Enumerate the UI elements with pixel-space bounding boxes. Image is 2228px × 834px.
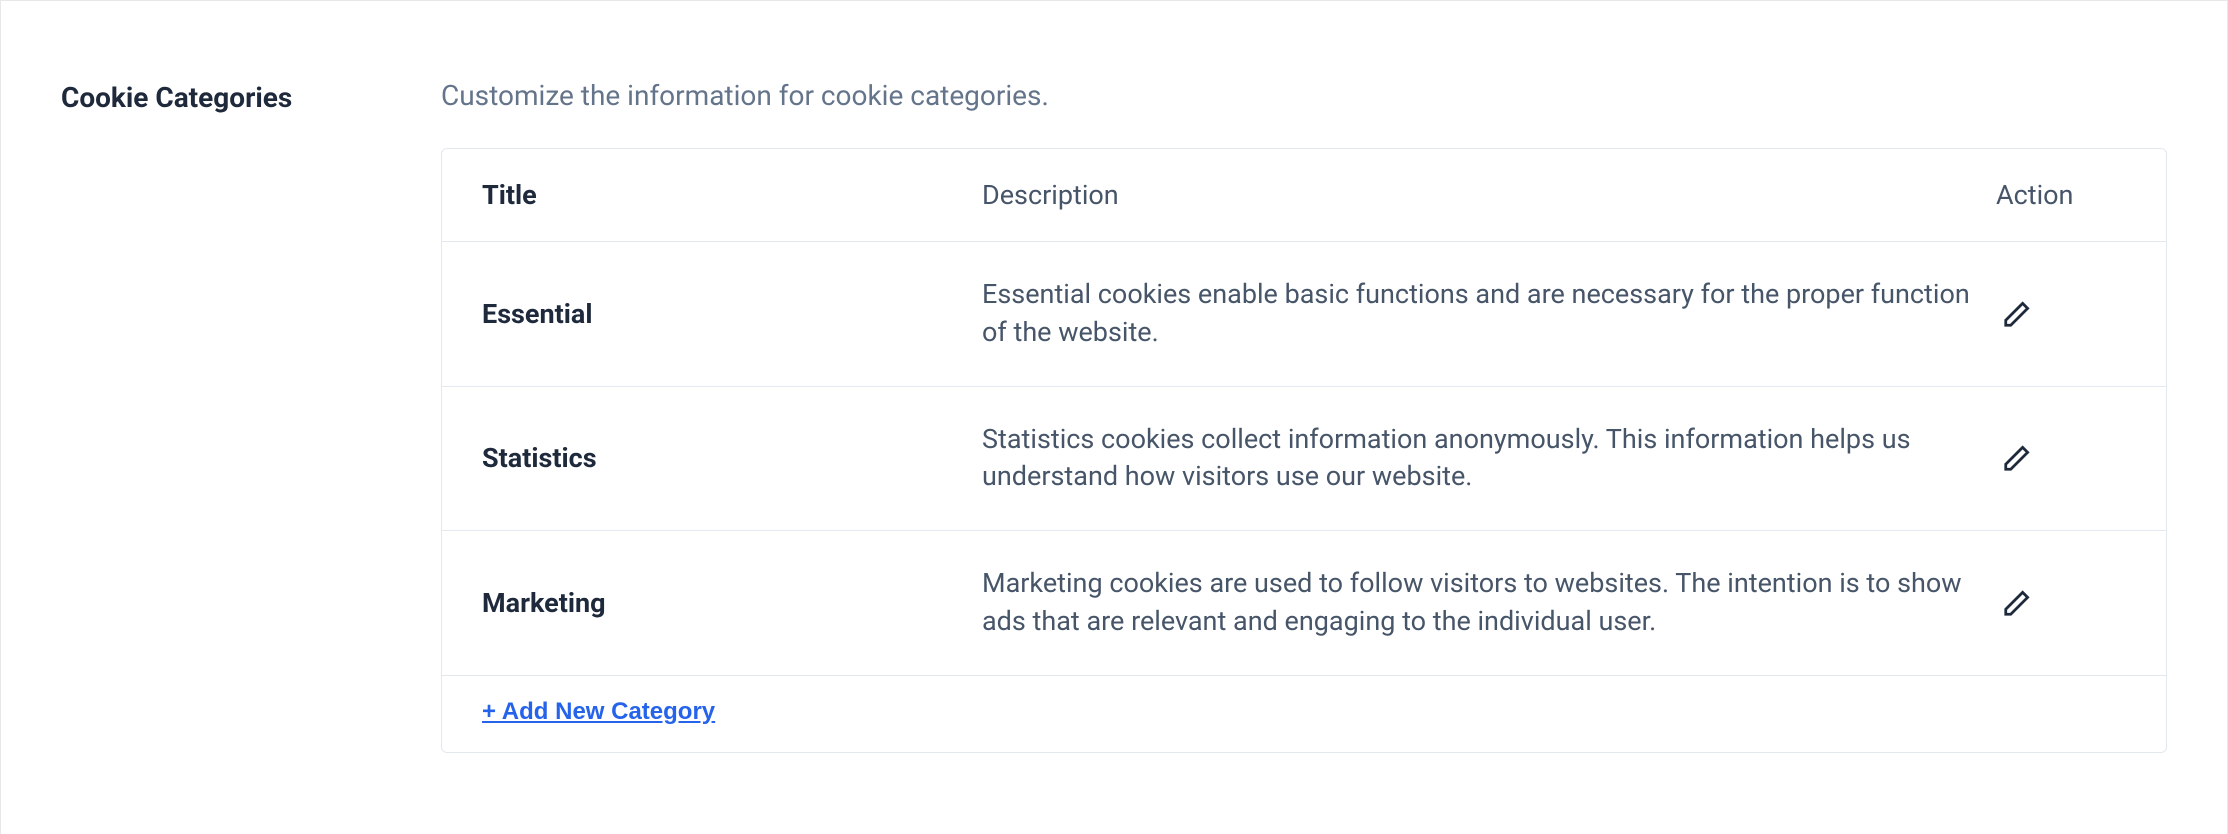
header-title: Title	[482, 179, 982, 211]
table-row: Essential Essential cookies enable basic…	[442, 242, 2166, 387]
section-label: Cookie Categories	[61, 61, 361, 114]
edit-button[interactable]	[1996, 437, 2038, 479]
table-footer: + Add New Category	[442, 676, 2166, 752]
pencil-icon	[2002, 588, 2032, 618]
pencil-icon	[2002, 443, 2032, 473]
header-action: Action	[1996, 179, 2126, 211]
category-description: Statistics cookies collect information a…	[982, 421, 1996, 497]
category-description: Essential cookies enable basic functions…	[982, 276, 1996, 352]
category-title: Essential	[482, 298, 982, 330]
header-description: Description	[982, 179, 1996, 211]
category-action-cell	[1996, 293, 2126, 335]
section-body: Customize the information for cookie cat…	[441, 61, 2167, 753]
category-action-cell	[1996, 437, 2126, 479]
add-new-category-button[interactable]: + Add New Category	[482, 698, 715, 726]
table-header-row: Title Description Action	[442, 149, 2166, 242]
categories-table: Title Description Action Essential Essen…	[441, 148, 2167, 753]
section-row: Cookie Categories Customize the informat…	[61, 61, 2167, 753]
table-row: Statistics Statistics cookies collect in…	[442, 387, 2166, 532]
category-description: Marketing cookies are used to follow vis…	[982, 565, 1996, 641]
settings-section: Cookie Categories Customize the informat…	[0, 0, 2228, 834]
section-subtitle: Customize the information for cookie cat…	[441, 61, 2167, 112]
category-title: Statistics	[482, 442, 982, 474]
category-title: Marketing	[482, 587, 982, 619]
pencil-icon	[2002, 299, 2032, 329]
edit-button[interactable]	[1996, 582, 2038, 624]
table-row: Marketing Marketing cookies are used to …	[442, 531, 2166, 676]
category-action-cell	[1996, 582, 2126, 624]
edit-button[interactable]	[1996, 293, 2038, 335]
